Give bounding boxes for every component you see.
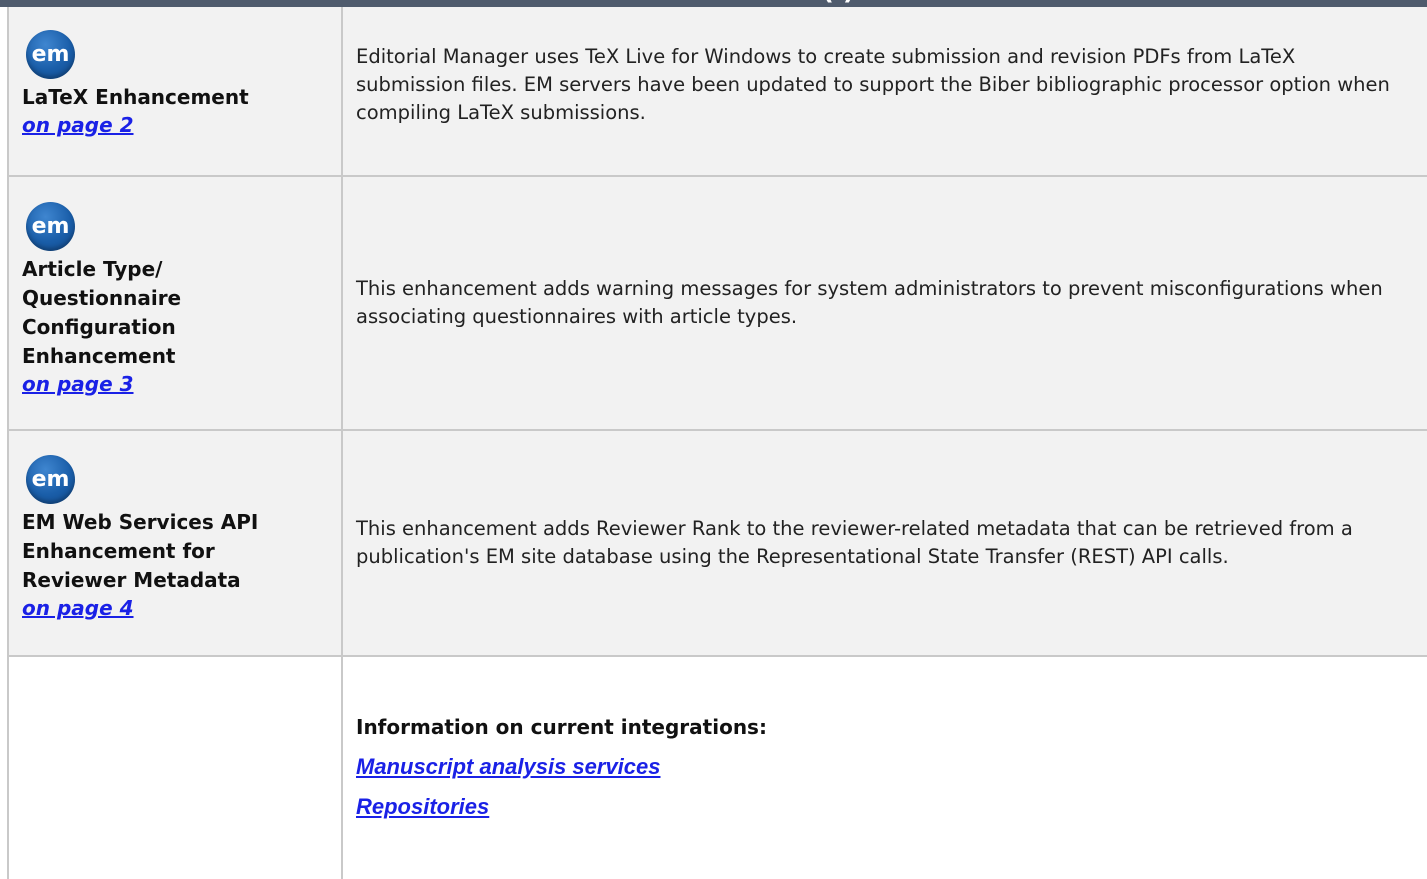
page-link[interactable]: on page 3 (22, 371, 134, 397)
table-row: em Article Type/ Questionnaire Configura… (9, 177, 1427, 431)
table-row: em LaTeX Enhancement on page 2 Editorial… (9, 7, 1427, 177)
table-row: em EM Web Services API Enhancement for R… (9, 431, 1427, 657)
feature-cell: em Article Type/ Questionnaire Configura… (9, 177, 343, 429)
feature-description: This enhancement adds Reviewer Rank to t… (356, 517, 1353, 568)
page-link[interactable]: on page 4 (22, 595, 134, 621)
em-logo-icon: em (26, 455, 75, 504)
description-cell: Editorial Manager uses TeX Live for Wind… (343, 7, 1427, 175)
manuscript-analysis-link[interactable]: Manuscript analysis services (356, 753, 1409, 781)
feature-description: Editorial Manager uses TeX Live for Wind… (356, 45, 1390, 124)
feature-title: Article Type/ Questionnaire Configuratio… (22, 257, 182, 368)
feature-cell: em EM Web Services API Enhancement for R… (9, 431, 343, 655)
enhancements-table: em LaTeX Enhancement on page 2 Editorial… (7, 7, 1427, 879)
feature-description: This enhancement adds warning messages f… (356, 277, 1383, 328)
em-logo-icon: em (26, 30, 75, 79)
release-notes-page: ( ) em LaTeX Enhancement on page 2 Edito… (0, 0, 1427, 879)
integrations-title: Information on current integrations: (356, 715, 767, 739)
description-cell: This enhancement adds warning messages f… (343, 177, 1427, 429)
description-cell: This enhancement adds Reviewer Rank to t… (343, 431, 1427, 655)
section-header-bar: ( ) (0, 0, 1427, 7)
integrations-cell: Information on current integrations: Man… (343, 657, 1427, 879)
section-header-text: ( ) (822, 0, 855, 6)
empty-cell (9, 657, 343, 879)
page-link[interactable]: on page 2 (22, 112, 134, 138)
em-logo-icon: em (26, 202, 75, 251)
table-row: Information on current integrations: Man… (9, 657, 1427, 879)
feature-cell: em LaTeX Enhancement on page 2 (9, 7, 343, 175)
feature-title: EM Web Services API Enhancement for Revi… (22, 510, 259, 592)
feature-title: LaTeX Enhancement (22, 85, 249, 109)
repositories-link[interactable]: Repositories (356, 793, 1409, 821)
